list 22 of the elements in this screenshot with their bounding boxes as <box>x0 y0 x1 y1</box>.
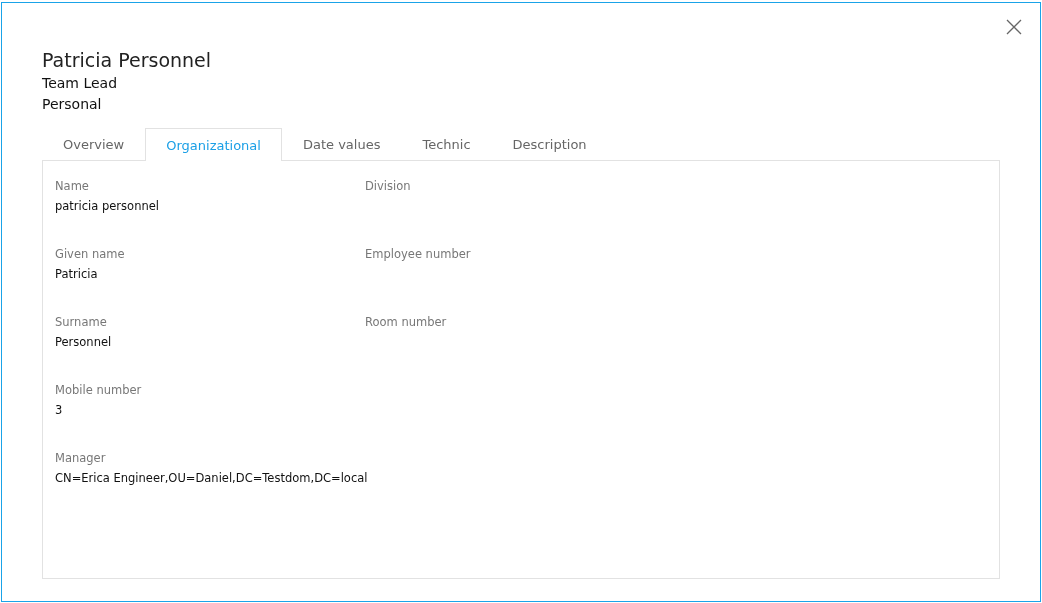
field-value: Patricia <box>55 266 99 283</box>
field-value: 3 <box>55 402 64 419</box>
field-value: patricia personnel <box>55 198 160 215</box>
field-label: Division <box>365 178 412 195</box>
tab[interactable]: Technic <box>401 127 492 160</box>
field-label: Surname <box>55 314 108 331</box>
tab[interactable]: Description <box>491 127 608 160</box>
person-role: Team Lead <box>42 74 119 93</box>
field-label: Given name <box>55 246 126 263</box>
field-value: CN=Erica Engineer,OU=Daniel,DC=Testdom,DC=local <box>55 470 365 487</box>
person-category: Personal <box>42 95 103 114</box>
person-name: Patricia Personnel <box>42 48 213 73</box>
tab[interactable]: Overview <box>42 127 146 160</box>
field-label: Name <box>55 178 90 195</box>
field-label: Room number <box>365 314 448 331</box>
close-icon[interactable] <box>1004 17 1024 37</box>
field-label: Employee number <box>365 246 472 263</box>
tab[interactable]: Organizational <box>145 128 282 161</box>
field-label: Manager <box>55 450 107 467</box>
tab[interactable]: Date values <box>281 127 402 160</box>
field-value: Personnel <box>55 334 113 351</box>
field-label: Mobile number <box>55 382 143 399</box>
